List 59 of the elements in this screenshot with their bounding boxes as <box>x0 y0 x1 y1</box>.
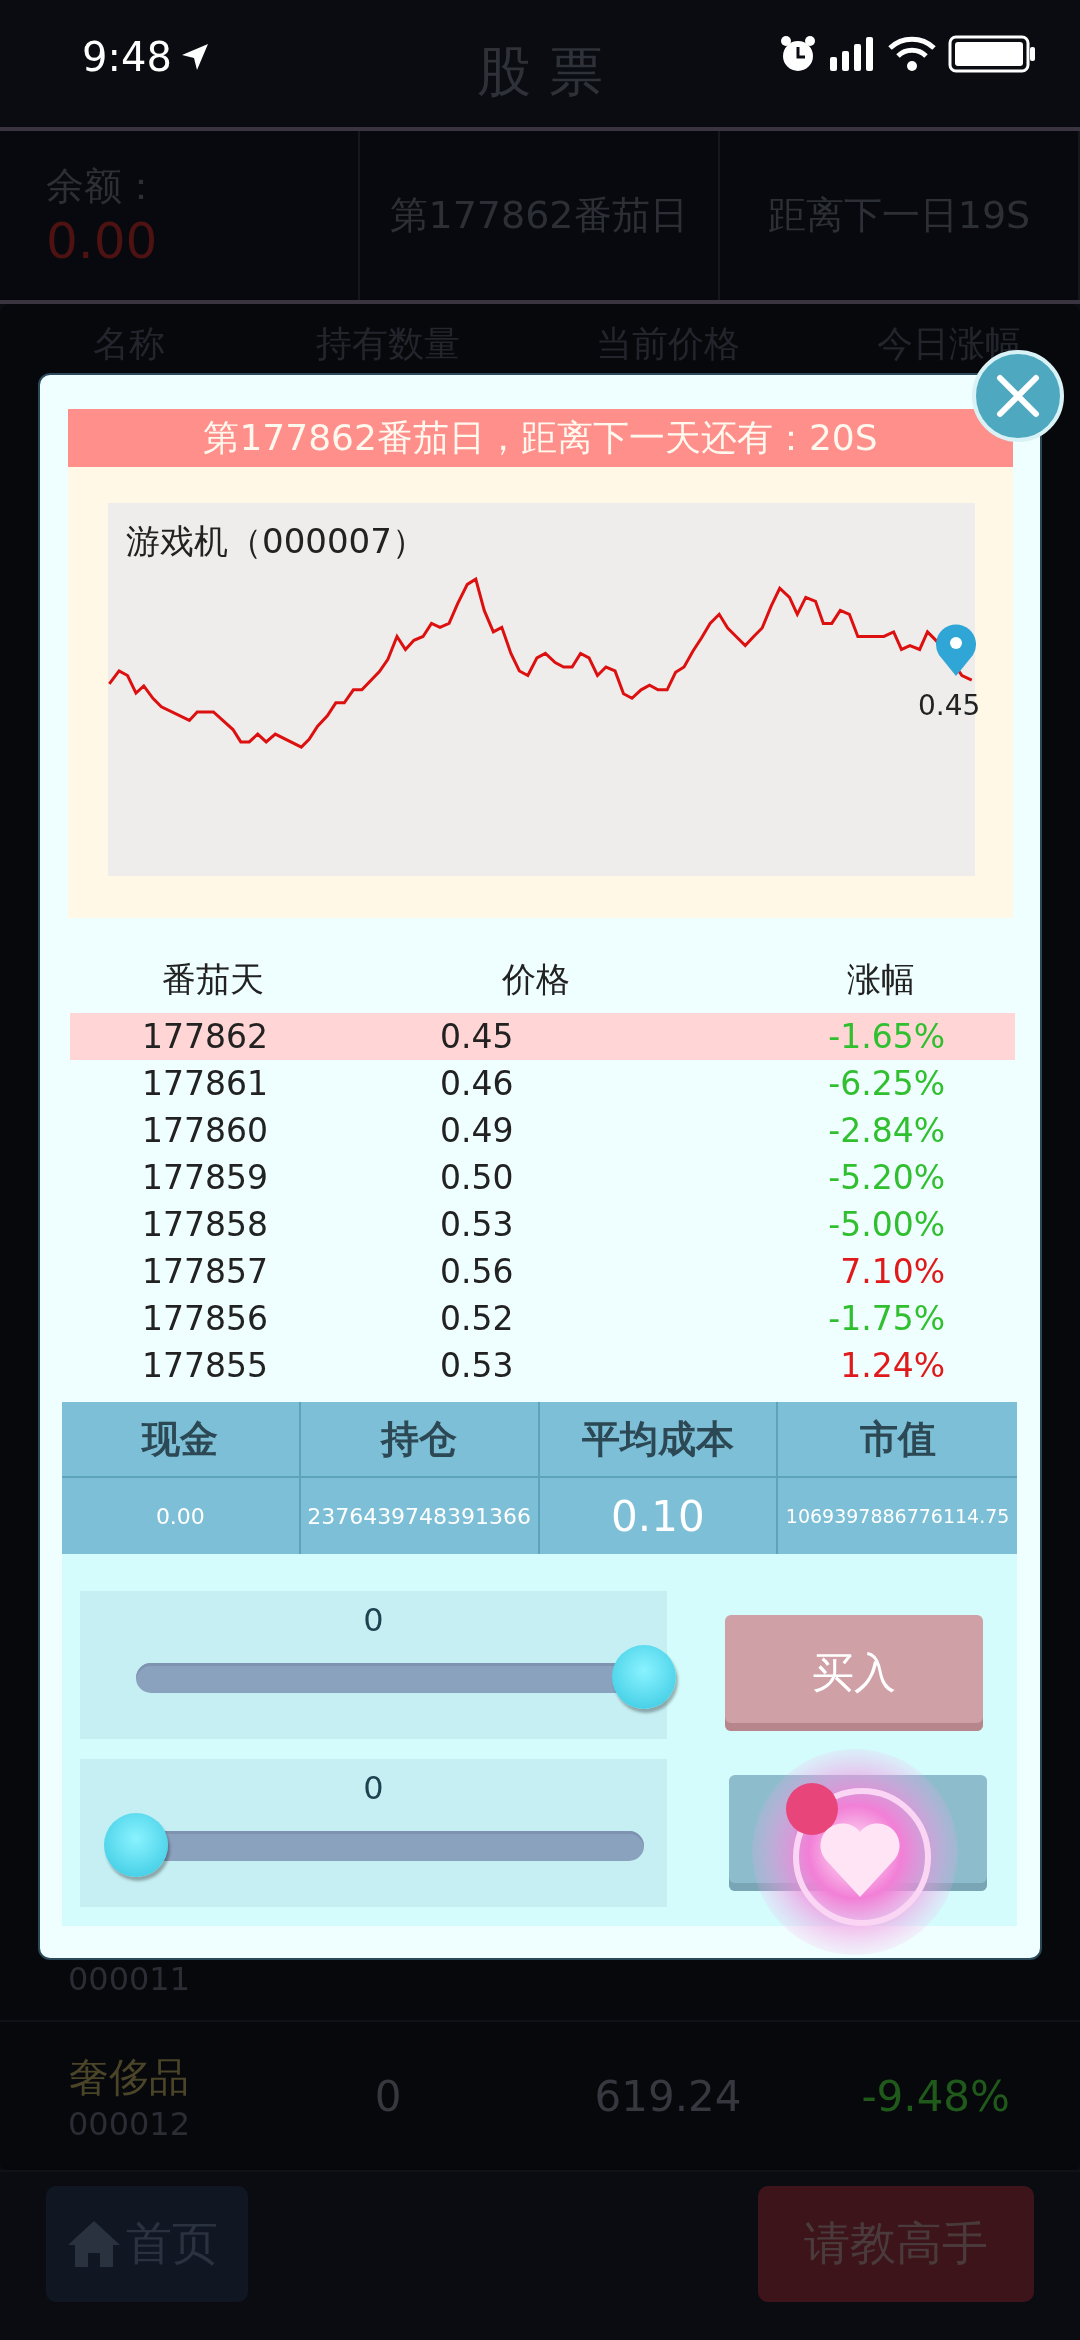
change-cell-text: -2.84% <box>828 1111 946 1150</box>
price-cell-text: 0.46 <box>439 1064 515 1103</box>
change-cell-text: -1.75% <box>828 1299 946 1338</box>
last-price-label: 0.45 <box>918 689 981 722</box>
day-cell-text: 177862 <box>141 1017 269 1056</box>
day-cell-text: 177858 <box>141 1205 269 1244</box>
price-cell-text: 0.49 <box>439 1111 515 1150</box>
change-cell-text: -1.65% <box>828 1017 946 1056</box>
column-header: 涨幅 <box>847 958 916 1001</box>
holdings-header: 市值 <box>778 1402 1017 1478</box>
price-cell-text: 0.56 <box>439 1252 515 1291</box>
battery-icon <box>948 35 1036 73</box>
change-cell-text: 7.10% <box>840 1252 946 1291</box>
wifi-icon <box>888 36 936 72</box>
balance-value: 0.00 <box>46 212 159 270</box>
close-icon <box>996 374 1040 418</box>
slider-thumb[interactable] <box>612 1645 676 1709</box>
signal-icon <box>830 37 876 71</box>
day-cell-text: 177859 <box>141 1158 269 1197</box>
price-cell-text: 0.53 <box>439 1346 515 1385</box>
price-cell-text: 0.45 <box>439 1017 515 1056</box>
column-header: 番茄天 <box>161 958 265 1001</box>
countdown-banner: 第177862番茄日，距离下一天还有：20S <box>68 409 1013 467</box>
alarm-icon <box>778 34 818 74</box>
day-cell-text: 177857 <box>141 1252 269 1291</box>
history-row[interactable]: 177856 0.52 -1.75% <box>70 1295 1015 1342</box>
history-row[interactable]: 177857 0.56 7.10% <box>70 1248 1015 1295</box>
holdings-header: 平均成本 <box>539 1402 779 1478</box>
day-cell-text: 177855 <box>141 1346 269 1385</box>
holdings-header: 现金 <box>62 1402 301 1478</box>
change-cell-text: -6.25% <box>828 1064 946 1103</box>
history-row[interactable]: 177859 0.50 -5.20% <box>70 1154 1015 1201</box>
day-cell-text: 177860 <box>141 1111 269 1150</box>
day-cell-text: 177861 <box>141 1064 269 1103</box>
price-cell-text: 0.52 <box>439 1299 515 1338</box>
map-pin-icon <box>934 622 978 676</box>
chart-title: 游戏机（000007） <box>126 520 426 563</box>
price-cell-text: 0.50 <box>439 1158 515 1197</box>
history-row[interactable]: 177858 0.53 -5.00% <box>70 1201 1015 1248</box>
column-header: 价格 <box>501 958 571 1001</box>
slider-thumb[interactable] <box>104 1813 168 1877</box>
day-cell-text: 177856 <box>141 1299 269 1338</box>
slider-value: 0 <box>362 1769 385 1807</box>
history-row[interactable]: 177860 0.49 -2.84% <box>70 1107 1015 1154</box>
holdings-cell-text: 1069397886776114.75 <box>784 1504 1011 1529</box>
stock-name: 奢侈品 <box>69 2052 189 2102</box>
heart-orb-popup[interactable] <box>750 1747 960 1957</box>
history-row[interactable]: 177862 0.45 -1.65% <box>70 1013 1015 1060</box>
holdings-header: 持仓 <box>300 1402 540 1478</box>
change-cell-text: -9.48% <box>861 2071 1011 2121</box>
price-cell-text: 0.53 <box>439 1205 515 1244</box>
change-cell-text: -5.00% <box>828 1205 946 1244</box>
change-cell-text: 1.24% <box>840 1346 946 1385</box>
slider-value: 0 <box>362 1601 385 1639</box>
history-row[interactable]: 177855 0.53 1.24% <box>70 1342 1015 1389</box>
status-time: 9:48 <box>82 34 172 80</box>
home-icon <box>66 2219 122 2269</box>
change-cell-text: -5.20% <box>828 1158 946 1197</box>
history-row[interactable]: 177861 0.46 -6.25% <box>70 1060 1015 1107</box>
